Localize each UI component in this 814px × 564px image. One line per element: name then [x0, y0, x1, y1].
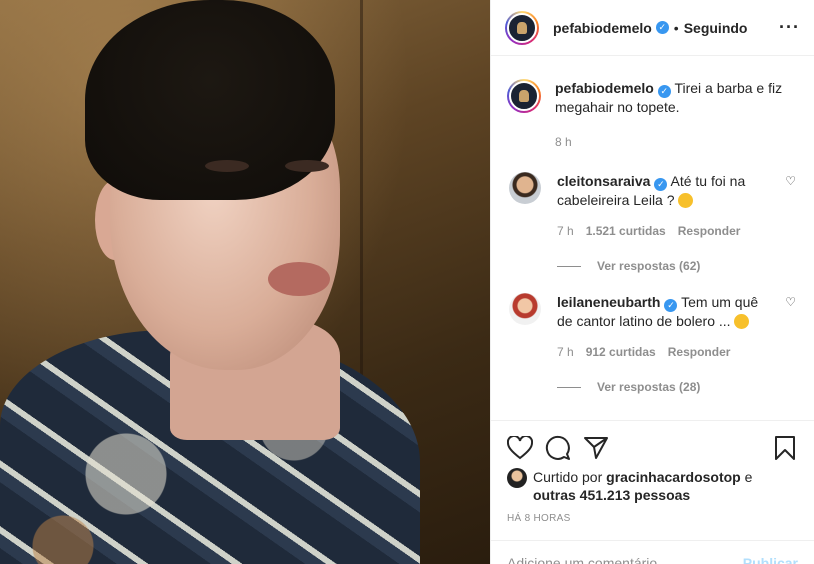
like-heart-icon[interactable] — [503, 431, 537, 465]
commenter-avatar[interactable] — [509, 172, 541, 204]
thinking-emoji-icon — [733, 314, 749, 329]
comment-bubble-icon[interactable] — [541, 431, 575, 465]
reply-button[interactable]: Responder — [668, 343, 731, 362]
comment-likes[interactable]: 1.521 curtidas — [586, 222, 666, 241]
comment-item: leilaneneubarth ✓ Tem um quê de cantor la… — [507, 293, 798, 362]
comments-list[interactable]: pefabiodemelo ✓ Tirei a barba e fiz megah… — [491, 57, 814, 419]
replies-divider — [557, 265, 581, 267]
post-actions-bar — [491, 420, 814, 474]
post-timestamp[interactable]: HÁ 8 HORAS — [507, 513, 571, 524]
follow-button[interactable]: Seguindo — [684, 20, 748, 36]
post-header: pefabiodemelo ✓ • Seguindo ··· — [491, 0, 814, 56]
caption: pefabiodemelo ✓ Tirei a barba e fiz megah… — [507, 57, 798, 152]
view-replies-label: Ver respostas (62) — [597, 259, 701, 273]
caption-body: pefabiodemelo ✓ Tirei a barba e fiz megah… — [555, 79, 785, 152]
replies-divider — [557, 386, 581, 388]
post-photo[interactable] — [0, 0, 490, 564]
verified-icon: ✓ — [654, 178, 668, 191]
liked-by: Curtido por gracinhacardosotop e outras … — [507, 468, 797, 504]
photo-eye-left — [205, 160, 249, 172]
verified-icon: ✓ — [655, 21, 669, 34]
author-username[interactable]: pefabiodemelo — [553, 20, 652, 36]
post-side-panel: pefabiodemelo ✓ • Seguindo ··· pefabiode… — [490, 0, 814, 564]
add-comment-bar: Adicione um comentário... Publicar — [491, 540, 814, 564]
comment-username[interactable]: leilaneneubarth — [557, 294, 660, 310]
liker-username[interactable]: gracinhacardosotop — [606, 469, 741, 485]
liker-avatar[interactable] — [507, 468, 527, 488]
separator-dot: • — [673, 19, 679, 36]
comment-username[interactable]: cleitonsaraiva — [557, 173, 650, 189]
save-bookmark-icon[interactable] — [768, 431, 802, 465]
comment-input[interactable]: Adicione um comentário... — [507, 555, 669, 564]
comment-like-heart-icon[interactable]: ♡ — [785, 295, 796, 309]
verified-icon: ✓ — [664, 299, 678, 312]
verified-icon: ✓ — [657, 85, 671, 98]
share-paper-plane-icon[interactable] — [579, 431, 613, 465]
likes-others-link[interactable]: outras 451.213 pessoas — [533, 487, 690, 503]
more-options-icon[interactable]: ··· — [779, 17, 800, 38]
comment-age[interactable]: 7 h — [557, 343, 574, 362]
liked-by-and: e — [744, 469, 753, 485]
view-replies-button[interactable]: Ver respostas (28) — [557, 380, 798, 394]
publish-button[interactable]: Publicar — [743, 555, 798, 564]
photo-lips — [268, 262, 330, 296]
comment-age[interactable]: 7 h — [557, 222, 574, 241]
caption-username[interactable]: pefabiodemelo — [555, 80, 654, 96]
astonished-emoji-icon — [677, 193, 693, 208]
comment-like-heart-icon[interactable]: ♡ — [785, 174, 796, 188]
reply-button[interactable]: Responder — [678, 222, 741, 241]
view-replies-button[interactable]: Ver respostas (62) — [557, 259, 798, 273]
commenter-avatar[interactable] — [509, 293, 541, 325]
view-replies-label: Ver respostas (28) — [597, 380, 701, 394]
comment-item: cleitonsaraiva ✓ Até tu foi na cabeleirei… — [507, 172, 798, 241]
caption-age[interactable]: 8 h — [555, 133, 785, 152]
author-avatar[interactable] — [505, 10, 539, 45]
comment-likes[interactable]: 912 curtidas — [586, 343, 656, 362]
liked-by-prefix: Curtido por — [533, 469, 603, 485]
post-view: pefabiodemelo ✓ • Seguindo ··· pefabiode… — [0, 0, 814, 564]
photo-eye-right — [285, 160, 329, 172]
caption-author-avatar[interactable] — [507, 79, 541, 113]
